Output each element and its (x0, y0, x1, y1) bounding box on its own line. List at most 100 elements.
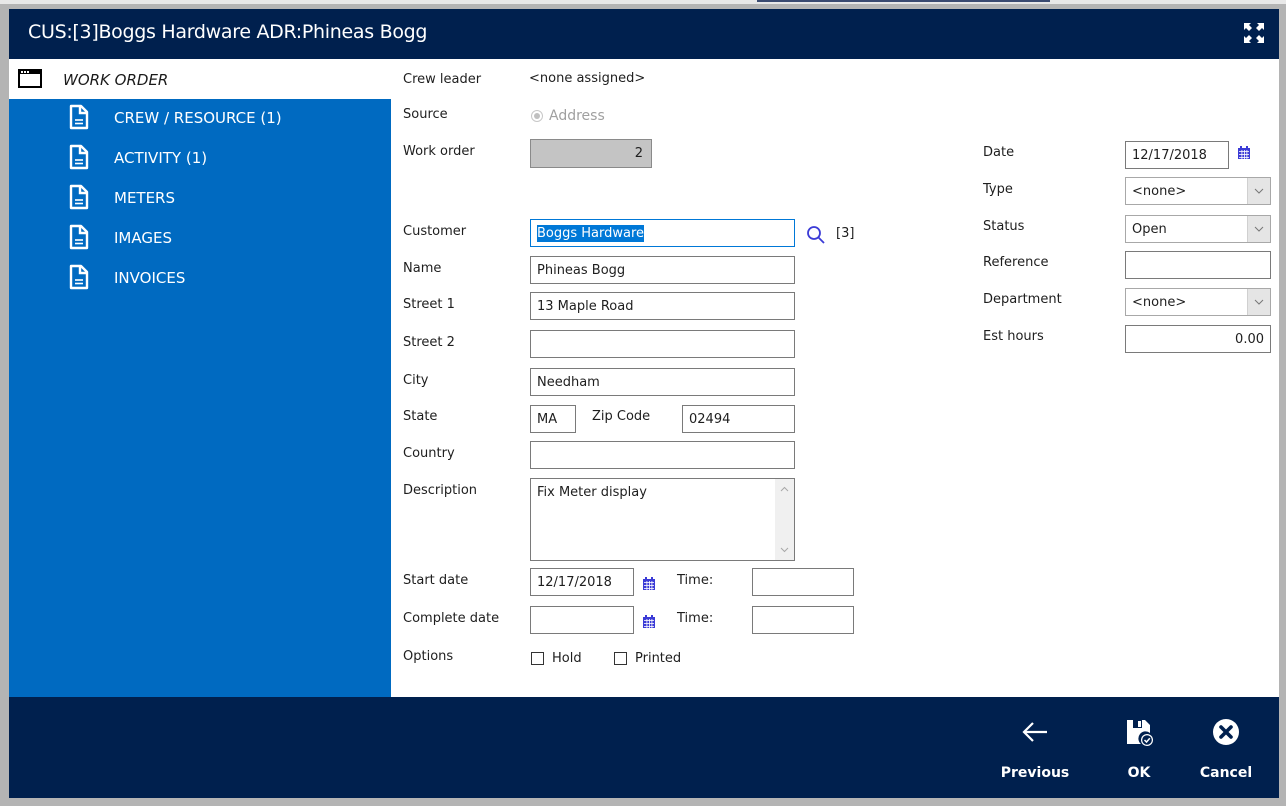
reference-label: Reference (983, 255, 1049, 270)
ok-button[interactable]: OK (1109, 697, 1169, 798)
cancel-button[interactable]: Cancel (1191, 697, 1261, 798)
sidebar-item-label: INVOICES (114, 269, 186, 287)
chevron-down-icon[interactable] (1247, 216, 1270, 242)
sidebar-item-work-order[interactable]: WORK ORDER (9, 59, 391, 99)
hold-label[interactable]: Hold (552, 651, 582, 666)
zip-label: Zip Code (592, 409, 651, 424)
complete-date-input[interactable] (530, 606, 634, 634)
crew-leader-label: Crew leader (403, 72, 482, 87)
document-icon (69, 264, 89, 290)
start-date-input[interactable]: 12/17/2018 (530, 568, 634, 596)
sidebar-item-label: METERS (114, 189, 176, 207)
sidebar: CREW / RESOURCE (1) ACTIVITY (1) METERS … (9, 99, 391, 697)
name-input[interactable]: Phineas Bogg (530, 256, 795, 284)
country-label: Country (403, 446, 455, 461)
est-hours-label: Est hours (983, 329, 1044, 344)
work-order-form: Crew leader <none assigned> Source Addre… (391, 59, 1279, 697)
sidebar-item-invoices[interactable]: INVOICES (69, 261, 369, 295)
complete-time-input[interactable] (752, 606, 854, 634)
sidebar-item-label: CREW / RESOURCE (1) (114, 109, 282, 127)
zip-input[interactable]: 02494 (682, 405, 795, 433)
crew-leader-value[interactable]: <none assigned> (529, 71, 645, 86)
document-icon (69, 184, 89, 210)
description-value: Fix Meter display (537, 485, 647, 500)
street1-label: Street 1 (403, 297, 455, 312)
start-date-label: Start date (403, 573, 469, 588)
close-circle-icon (1213, 719, 1239, 745)
document-icon (69, 224, 89, 250)
chevron-down-icon[interactable] (1247, 178, 1270, 204)
document-icon (69, 104, 89, 130)
previous-label: Previous (1000, 765, 1070, 781)
title-bar: CUS:[3]Boggs Hardware ADR:Phineas Bogg (9, 9, 1279, 59)
description-textarea[interactable]: Fix Meter display (530, 478, 795, 561)
complete-time-label: Time: (677, 611, 714, 626)
background-window-edge (757, 0, 1050, 2)
start-time-label: Time: (677, 573, 714, 588)
scroll-up-icon[interactable] (780, 486, 789, 492)
calendar-icon[interactable] (1237, 146, 1251, 160)
complete-date-label: Complete date (403, 611, 500, 626)
description-label: Description (403, 483, 478, 498)
city-label: City (403, 373, 429, 388)
est-hours-input[interactable]: 0.00 (1125, 325, 1271, 353)
document-icon (69, 144, 89, 170)
arrow-left-icon (1022, 722, 1047, 742)
ok-label: OK (1127, 765, 1151, 781)
type-label: Type (983, 182, 1013, 197)
source-address-label: Address (549, 108, 605, 124)
department-label: Department (983, 292, 1062, 307)
department-value: <none> (1132, 295, 1187, 310)
window-title: CUS:[3]Boggs Hardware ADR:Phineas Bogg (28, 21, 428, 43)
sidebar-header-label: WORK ORDER (63, 71, 169, 89)
department-dropdown[interactable]: <none> (1125, 288, 1271, 316)
country-input[interactable] (530, 441, 795, 469)
street2-input[interactable] (530, 330, 795, 358)
sidebar-item-images[interactable]: IMAGES (69, 221, 369, 255)
expand-arrows-icon[interactable] (1243, 22, 1265, 44)
type-dropdown[interactable]: <none> (1125, 177, 1271, 205)
type-value: <none> (1132, 184, 1187, 199)
customer-label: Customer (403, 224, 467, 239)
sidebar-item-crew-resource[interactable]: CREW / RESOURCE (1) (69, 101, 369, 135)
previous-button[interactable]: Previous (994, 697, 1076, 798)
calendar-icon[interactable] (642, 615, 656, 629)
hold-checkbox[interactable] (531, 652, 544, 665)
status-value: Open (1132, 222, 1167, 237)
date-label: Date (983, 145, 1015, 160)
start-time-input[interactable] (752, 568, 854, 596)
customer-input[interactable]: Boggs Hardware (530, 219, 795, 247)
date-input[interactable]: 12/17/2018 (1125, 141, 1229, 169)
reference-input[interactable] (1125, 251, 1271, 279)
street2-label: Street 2 (403, 335, 455, 350)
work-order-field: 2 (530, 139, 652, 168)
city-input[interactable]: Needham (530, 368, 795, 396)
sidebar-item-label: ACTIVITY (1) (114, 149, 208, 167)
save-icon (1127, 720, 1153, 746)
customer-value: Boggs Hardware (537, 225, 645, 242)
printed-label[interactable]: Printed (635, 651, 681, 666)
chevron-down-icon[interactable] (1247, 289, 1270, 315)
search-icon[interactable] (806, 225, 826, 245)
street1-input[interactable]: 13 Maple Road (530, 292, 795, 320)
printed-checkbox[interactable] (614, 652, 627, 665)
sidebar-item-activity[interactable]: ACTIVITY (1) (69, 141, 369, 175)
sidebar-item-label: IMAGES (114, 229, 172, 247)
work-order-dialog: CUS:[3]Boggs Hardware ADR:Phineas Bogg W… (9, 9, 1279, 798)
status-label: Status (983, 219, 1025, 234)
source-address-radio[interactable] (531, 110, 543, 122)
description-scrollbar[interactable] (775, 479, 794, 560)
cancel-label: Cancel (1199, 765, 1253, 781)
sidebar-item-meters[interactable]: METERS (69, 181, 369, 215)
scroll-down-icon[interactable] (780, 547, 789, 553)
work-order-label: Work order (403, 144, 475, 159)
customer-id: [3] (836, 226, 855, 241)
status-dropdown[interactable]: Open (1125, 215, 1271, 243)
options-label: Options (403, 649, 454, 664)
source-label: Source (403, 107, 448, 122)
state-input[interactable]: MA (530, 405, 576, 433)
calendar-icon[interactable] (642, 577, 656, 591)
window-icon (18, 69, 42, 88)
footer-toolbar: Previous OK Cancel (9, 697, 1279, 798)
state-label: State (403, 409, 438, 424)
